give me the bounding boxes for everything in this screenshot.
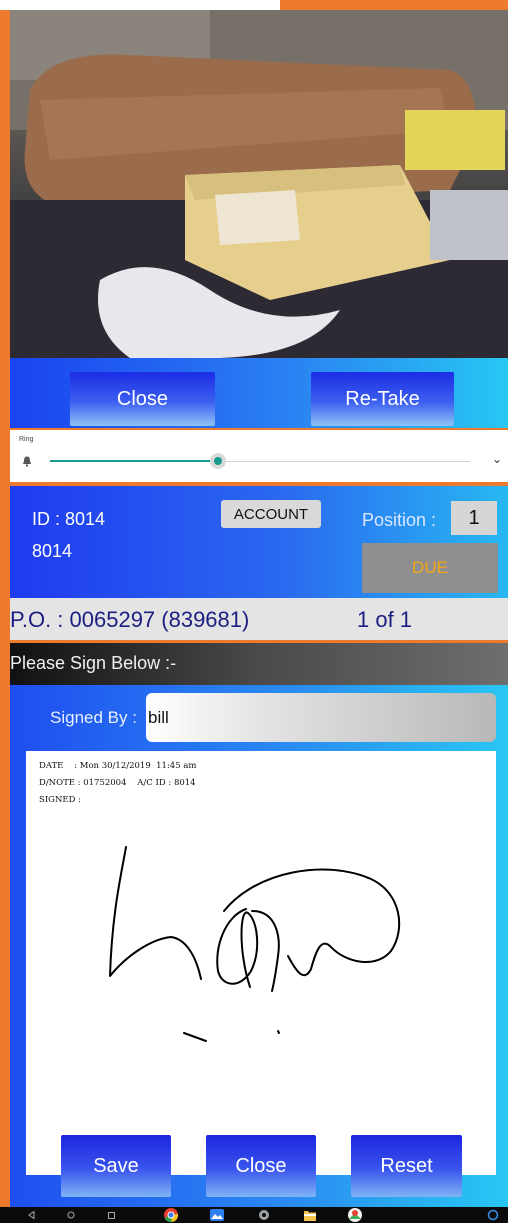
system-nav-bar: [0, 1207, 508, 1223]
signature-stroke: [109, 846, 401, 1042]
recents-icon[interactable]: [106, 1207, 116, 1223]
settings-icon[interactable]: [256, 1207, 272, 1223]
retake-button[interactable]: Re-Take: [311, 372, 454, 426]
camera-button-bar: Close Re-Take: [10, 358, 508, 428]
delivery-id: ID : 8014: [32, 509, 106, 529]
bell-icon: [22, 454, 32, 472]
account-button[interactable]: ACCOUNT: [221, 500, 321, 528]
top-edge: [0, 0, 280, 10]
home-icon[interactable]: [66, 1207, 76, 1223]
po-bar: P.O. : 0065297 (839681) 1 of 1: [10, 598, 508, 640]
sign-header: Please Sign Below :-: [10, 643, 508, 685]
signature-panel: Signed By : bill DATE : Mon 30/12/2019 1…: [10, 685, 508, 1207]
save-button[interactable]: Save: [61, 1135, 171, 1197]
ring-volume-panel: Ring ⌄: [10, 430, 508, 482]
sign-header-title: Please Sign Below :-: [10, 653, 177, 673]
maps-icon[interactable]: [346, 1207, 364, 1223]
ring-label: Ring: [19, 436, 34, 443]
position-value: 1: [451, 501, 497, 535]
signature-canvas[interactable]: DATE : Mon 30/12/2019 11:45 am D/NOTE : …: [26, 751, 496, 1175]
files-icon[interactable]: [302, 1207, 318, 1223]
position-label: Position :: [362, 510, 437, 530]
chevron-down-icon[interactable]: ⌄: [492, 452, 502, 466]
reset-button[interactable]: Reset: [351, 1135, 462, 1197]
camera-close-button[interactable]: Close: [70, 372, 215, 426]
back-icon[interactable]: [26, 1207, 36, 1223]
signed-by-input[interactable]: bill: [146, 693, 496, 742]
photo-image: [10, 10, 508, 358]
camera-photo: [10, 10, 508, 358]
ring-slider-thumb[interactable]: [214, 457, 222, 465]
delivery-id-sub: 8014: [32, 541, 73, 561]
close-button[interactable]: Close: [206, 1135, 316, 1197]
po-count: 1 of 1: [357, 607, 413, 632]
chrome-icon[interactable]: [162, 1207, 180, 1223]
ring-slider-fill: [50, 460, 218, 462]
gallery-icon[interactable]: [208, 1207, 226, 1223]
signed-by-label: Signed By :: [50, 708, 137, 727]
delivery-info-panel: ID : 8014 8014 ACCOUNT Position : 1 DUE: [10, 486, 508, 598]
po-number: P.O. : 0065297 (839681): [10, 607, 250, 632]
assistant-icon[interactable]: [486, 1207, 500, 1223]
due-status-button[interactable]: DUE: [362, 543, 498, 593]
